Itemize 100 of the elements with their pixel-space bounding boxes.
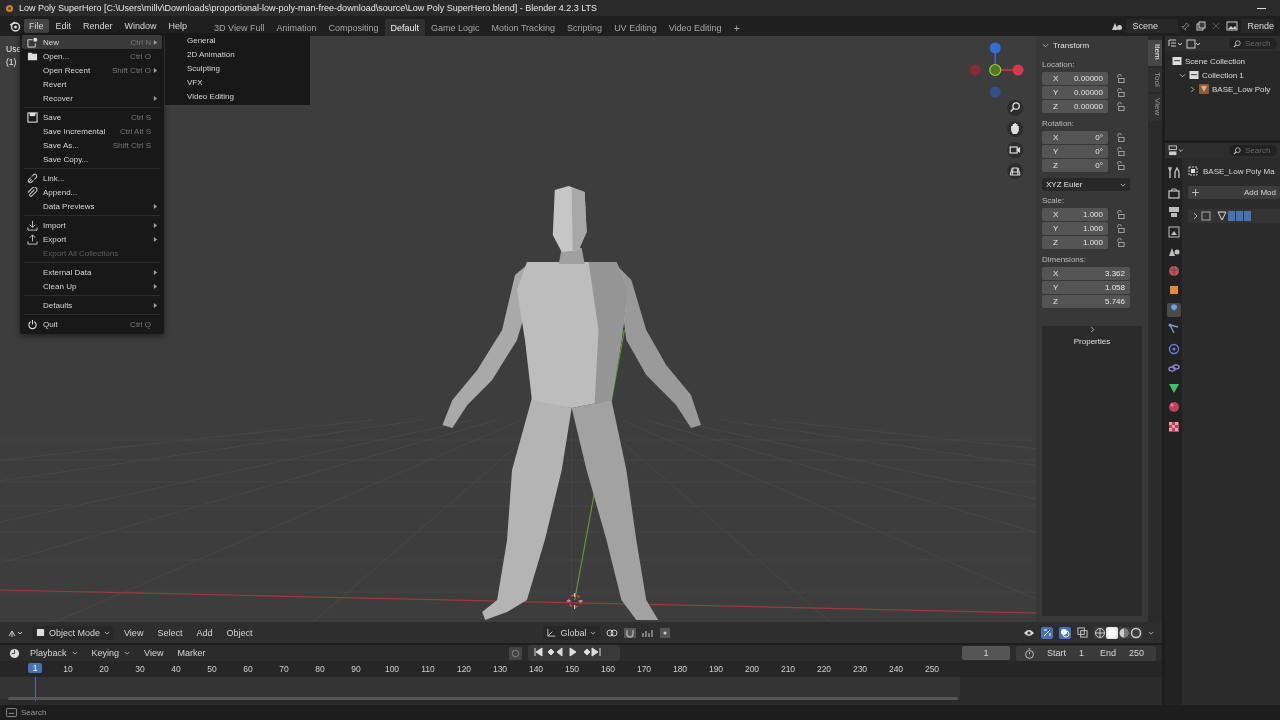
panel-title[interactable]: Transform xyxy=(1053,41,1090,50)
xray-icon[interactable] xyxy=(1077,627,1088,638)
menu-item[interactable]: External Data xyxy=(22,265,162,279)
menu-item[interactable]: Data Previews xyxy=(22,199,162,213)
chevron-icon[interactable] xyxy=(1189,85,1196,93)
menu-item[interactable]: Recover xyxy=(22,91,162,105)
blender-logo-icon[interactable] xyxy=(9,20,21,32)
editor-type-icon[interactable] xyxy=(1168,145,1183,156)
number-field[interactable]: X 0.00000 xyxy=(1042,72,1108,85)
outliner-item[interactable]: BASE_Low Poly xyxy=(1212,84,1271,94)
checker-icon[interactable] xyxy=(1166,419,1181,434)
solid-shading-icon[interactable] xyxy=(1106,626,1118,639)
workspace-tab[interactable]: Game Logic xyxy=(425,19,486,36)
playhead[interactable]: 1 xyxy=(28,663,42,673)
header-menu[interactable]: View xyxy=(120,627,148,638)
hand-icon[interactable] xyxy=(1007,121,1024,137)
filter-icon[interactable] xyxy=(1186,38,1200,49)
scene-field[interactable]: Scene xyxy=(1126,19,1179,33)
clock-icon[interactable] xyxy=(9,647,20,659)
workspace-tab[interactable]: Compositing xyxy=(322,19,385,36)
header-menu[interactable]: Select xyxy=(153,627,187,638)
menu-item[interactable]: Window xyxy=(119,19,162,33)
lock-icon[interactable] xyxy=(1116,147,1125,156)
menu-item[interactable]: VFX xyxy=(165,76,310,90)
record-icon[interactable] xyxy=(509,646,522,660)
menu-item[interactable]: File xyxy=(24,19,49,33)
chevron-icon[interactable] xyxy=(1179,71,1186,79)
menu-item[interactable]: Save As... Shift Ctrl S xyxy=(22,138,162,152)
chevron-icon[interactable] xyxy=(1042,42,1049,49)
zoom-icon[interactable] xyxy=(1007,100,1024,116)
lock-icon[interactable] xyxy=(1116,133,1125,142)
menu-item[interactable]: Clean Up xyxy=(22,279,162,293)
camera-icon[interactable] xyxy=(1007,142,1024,158)
orbit-icon[interactable] xyxy=(1166,341,1181,356)
image-icon[interactable] xyxy=(1166,224,1181,239)
magnet-icon[interactable] xyxy=(624,627,637,638)
menu-item[interactable]: Help xyxy=(163,19,193,33)
scrollbar[interactable] xyxy=(8,697,958,700)
printer-icon[interactable] xyxy=(1166,205,1181,219)
menu-item[interactable]: Save Incremental Ctrl Alt S xyxy=(22,124,162,138)
globe-icon[interactable] xyxy=(1166,263,1181,278)
playback-controls[interactable] xyxy=(528,645,620,661)
outliner-item[interactable]: Scene Collection xyxy=(1185,56,1246,66)
overlay-toggle-icon[interactable] xyxy=(1059,626,1071,639)
workspace-tab[interactable]: Scripting xyxy=(561,19,609,36)
current-frame-field[interactable]: 1 xyxy=(962,646,1010,660)
frame-range-field[interactable]: Start 1 End 250 xyxy=(1016,645,1156,661)
number-field[interactable]: X 1.000 xyxy=(1042,208,1108,221)
eye-icon[interactable] xyxy=(1023,627,1035,638)
view-layer-field[interactable]: Rende xyxy=(1241,19,1274,33)
header-menu[interactable]: Add xyxy=(192,627,217,638)
menu-item[interactable]: Video Editing xyxy=(165,90,310,104)
start-value[interactable]: 1 xyxy=(1078,648,1084,658)
link-icon[interactable] xyxy=(606,627,619,638)
workspace-tab[interactable]: Video Editing xyxy=(662,19,728,36)
menu-item[interactable]: Revert xyxy=(22,77,162,91)
workspace-tab[interactable]: 3D View Full xyxy=(208,19,271,36)
gizmo-toggle-icon[interactable] xyxy=(1041,626,1053,639)
rotation-mode-dropdown[interactable]: XYZ Euler xyxy=(1042,178,1130,191)
snap-icon[interactable] xyxy=(642,627,655,638)
timeline-menu[interactable]: Marker xyxy=(173,648,210,658)
workspace-tab[interactable]: UV Editing xyxy=(608,19,663,36)
caret-icon[interactable] xyxy=(1148,629,1154,636)
menu-item[interactable]: 2D Animation xyxy=(165,48,310,62)
sidebar-tab[interactable]: Item xyxy=(1148,40,1162,66)
number-field[interactable]: X 0° xyxy=(1042,131,1108,144)
add-modifier-button[interactable]: Add Mod xyxy=(1188,186,1280,199)
sphere-icon[interactable] xyxy=(1166,400,1181,414)
minimize-button[interactable] xyxy=(1257,7,1266,9)
mode-dropdown[interactable]: Object Mode xyxy=(32,625,115,640)
tool-icon[interactable] xyxy=(1166,166,1181,180)
number-field[interactable]: Y 0.00000 xyxy=(1042,86,1108,99)
number-field[interactable]: Z 0.00000 xyxy=(1042,100,1108,113)
header-menu[interactable]: Object xyxy=(222,627,257,638)
lock-icon[interactable] xyxy=(1116,210,1125,219)
menu-item[interactable]: Save Ctrl S xyxy=(22,110,162,124)
lock-icon[interactable] xyxy=(1116,88,1125,97)
menu-item[interactable]: Import xyxy=(22,218,162,232)
rendered-shading-icon[interactable] xyxy=(1130,626,1142,639)
material-shading-icon[interactable] xyxy=(1118,626,1130,639)
editor-type-icon[interactable] xyxy=(1168,38,1182,49)
menu-item[interactable]: Edit xyxy=(50,19,77,33)
sidebar-tab[interactable]: View xyxy=(1148,94,1162,122)
wireframe-icon[interactable] xyxy=(1094,626,1106,639)
copy-icon[interactable] xyxy=(1196,21,1207,31)
menu-item[interactable]: Render xyxy=(78,19,118,33)
menu-item[interactable]: Sculpting xyxy=(165,62,310,76)
workspace-tab[interactable]: Animation xyxy=(270,19,323,36)
menu-item[interactable]: Defaults xyxy=(22,298,162,312)
menu-item[interactable]: Append... xyxy=(22,185,162,199)
timeline-menu[interactable]: Keying xyxy=(87,648,135,658)
grid-icon[interactable] xyxy=(1007,163,1024,179)
number-field[interactable]: Z 5.746 xyxy=(1042,295,1130,308)
menu-item[interactable]: Export xyxy=(22,232,162,246)
camera-icon[interactable] xyxy=(1166,185,1181,200)
menu-item[interactable]: Open Recent Shift Ctrl O xyxy=(22,63,162,77)
menu-item[interactable]: Save Copy... xyxy=(22,152,162,166)
number-field[interactable]: X 3.362 xyxy=(1042,267,1130,280)
timeline-menu[interactable]: Playback xyxy=(26,648,82,658)
add-workspace-button[interactable]: + xyxy=(727,21,746,36)
